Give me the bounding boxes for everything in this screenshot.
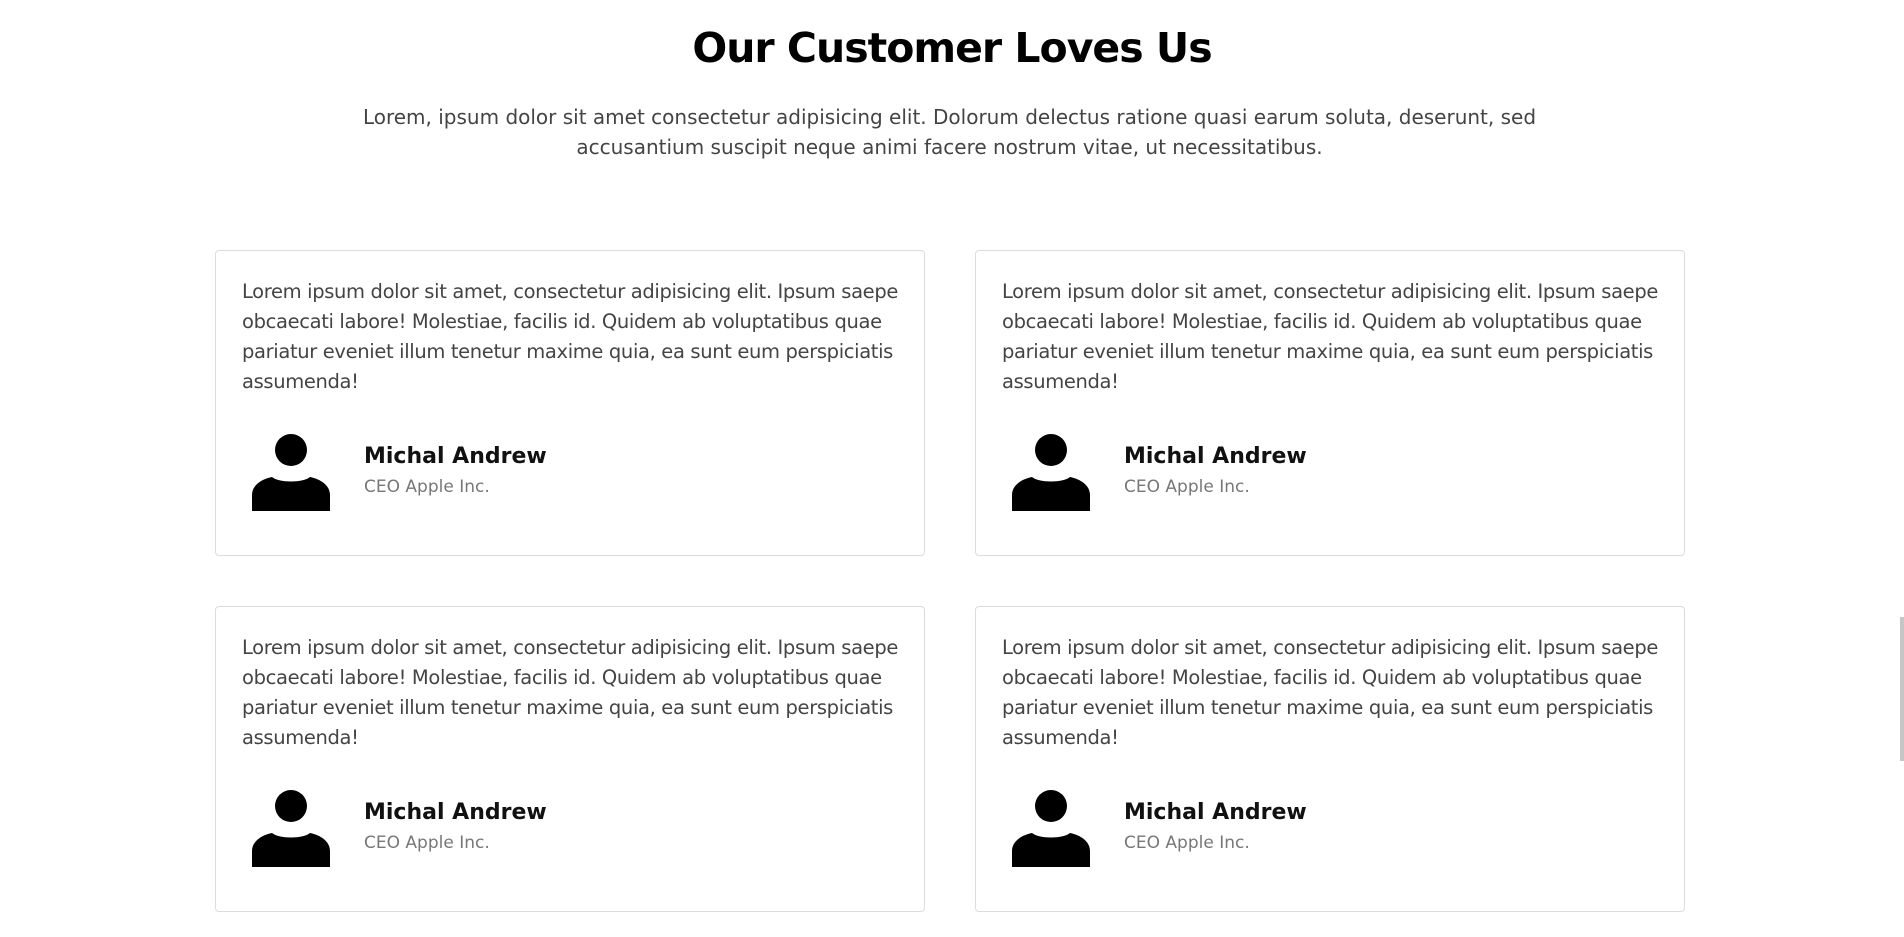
testimonial-text: Lorem ipsum dolor sit amet, consectetur … (242, 280, 899, 393)
section-subtitle: Lorem, ipsum dolor sit amet consectetur … (362, 105, 1537, 159)
author-info: Michal Andrew CEO Apple Inc. (364, 442, 547, 502)
author-info: Michal Andrew CEO Apple Inc. (1124, 442, 1307, 502)
author-name: Michal Andrew (364, 800, 547, 825)
author-role: CEO Apple Inc. (1124, 477, 1250, 497)
testimonial-text: Lorem ipsum dolor sit amet, consectetur … (1002, 636, 1659, 749)
section-title: Our Customer Loves Us (692, 24, 1212, 72)
user-silhouette-icon (252, 434, 330, 511)
user-silhouette-icon (252, 790, 330, 867)
author-role: CEO Apple Inc. (364, 477, 490, 497)
testimonial-author: Michal Andrew CEO Apple Inc. (242, 789, 904, 867)
testimonial-card: Lorem ipsum dolor sit amet, consectetur … (215, 606, 925, 912)
testimonials-page: Our Customer Loves Us Lorem, ipsum dolor… (0, 0, 1904, 937)
author-role: CEO Apple Inc. (364, 833, 490, 853)
testimonial-text: Lorem ipsum dolor sit amet, consectetur … (242, 636, 899, 749)
author-name: Michal Andrew (364, 444, 547, 469)
testimonial-author: Michal Andrew CEO Apple Inc. (242, 433, 904, 511)
author-name: Michal Andrew (1124, 800, 1307, 825)
testimonial-card: Lorem ipsum dolor sit amet, consectetur … (975, 606, 1685, 912)
scrollbar-thumb[interactable] (1900, 617, 1904, 761)
testimonial-author: Michal Andrew CEO Apple Inc. (1002, 433, 1664, 511)
user-silhouette-icon (1012, 434, 1090, 511)
testimonial-grid: Lorem ipsum dolor sit amet, consectetur … (215, 250, 1685, 912)
author-role: CEO Apple Inc. (1124, 833, 1250, 853)
testimonial-card: Lorem ipsum dolor sit amet, consectetur … (975, 250, 1685, 556)
author-info: Michal Andrew CEO Apple Inc. (364, 798, 547, 858)
testimonial-card: Lorem ipsum dolor sit amet, consectetur … (215, 250, 925, 556)
testimonial-text: Lorem ipsum dolor sit amet, consectetur … (1002, 280, 1659, 393)
author-info: Michal Andrew CEO Apple Inc. (1124, 798, 1307, 858)
testimonial-author: Michal Andrew CEO Apple Inc. (1002, 789, 1664, 867)
author-name: Michal Andrew (1124, 444, 1307, 469)
user-silhouette-icon (1012, 790, 1090, 867)
